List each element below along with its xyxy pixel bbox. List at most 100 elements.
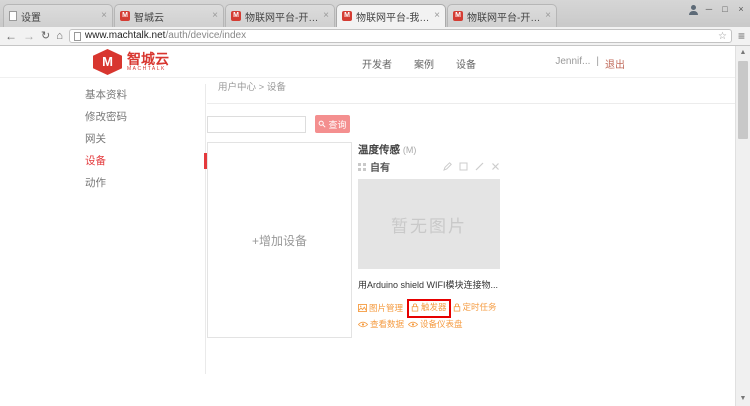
sidebar-item-change-password[interactable]: 修改密码: [85, 106, 205, 128]
link-label: 设备仪表盘: [420, 318, 463, 331]
slash-edit-icon[interactable]: [475, 162, 484, 171]
device-description: 用Arduino shield WIFI模块连接物...: [358, 278, 500, 291]
scroll-up-icon[interactable]: ▲: [736, 46, 750, 60]
search-button[interactable]: 查询: [315, 115, 350, 133]
device-action-icons: [443, 162, 500, 171]
tab-settings[interactable]: 设置 ×: [3, 4, 113, 27]
page-icon: [74, 32, 81, 41]
logout-link[interactable]: 退出: [605, 56, 625, 71]
machtalk-m-icon: M: [231, 11, 241, 21]
close-icon[interactable]: ×: [545, 11, 551, 21]
device-image-placeholder: 暂无图片: [358, 179, 500, 269]
maximize-button[interactable]: □: [718, 3, 732, 16]
ownership-label: 自有: [370, 159, 439, 174]
tab-title: 设置: [21, 9, 97, 24]
device-links-row1: 图片管理 触发器 定时任务 查看数据: [358, 299, 500, 332]
lock-icon: [453, 303, 461, 312]
nav-devices[interactable]: 设备: [456, 56, 476, 71]
sidebar-item-devices[interactable]: 设备: [85, 150, 205, 172]
annotation-highlight: 触发器: [407, 299, 451, 318]
logo-hexagon-icon: M: [93, 49, 122, 75]
link-label: 定时任务: [463, 301, 497, 314]
link-image-manage[interactable]: 图片管理: [358, 302, 403, 315]
square-icon[interactable]: [459, 162, 468, 171]
url-path: /auth/device/index: [165, 30, 246, 41]
profile-avatar-icon[interactable]: [687, 3, 700, 16]
search-row: 查询: [207, 115, 735, 133]
tab-title: 物联网平台-开发者-注册…: [467, 9, 541, 24]
tab-machtalk-home[interactable]: M 智城云 ×: [114, 4, 224, 27]
minimize-button[interactable]: ─: [702, 3, 716, 16]
search-input[interactable]: [207, 116, 306, 133]
scrollbar-thumb[interactable]: [738, 61, 748, 139]
main-area: 用户中心 > 设备 查询 +增加设备 温度传感 (M): [207, 81, 735, 342]
lock-icon: [411, 303, 419, 312]
site-header: M 智城云 MACHTALK 开发者 案例 设备 Jennif... | 退出: [0, 47, 735, 78]
close-window-button[interactable]: ×: [734, 3, 748, 16]
avatar-body: [689, 11, 698, 15]
link-label: 图片管理: [369, 302, 403, 315]
machtalk-m-icon: M: [453, 11, 463, 21]
tab-title: 物联网平台-我的设备: [356, 9, 430, 24]
link-scheduled-task[interactable]: 定时任务: [453, 301, 497, 314]
logo-subtitle: MACHTALK: [127, 66, 169, 73]
link-device-dashboard[interactable]: 设备仪表盘: [408, 318, 463, 331]
close-icon[interactable]: ×: [434, 11, 440, 21]
reload-icon[interactable]: ↻: [41, 28, 50, 44]
breadcrumb[interactable]: 用户中心 > 设备: [207, 81, 735, 95]
bookmark-star-icon[interactable]: ☆: [718, 31, 727, 42]
scroll-down-icon[interactable]: ▼: [736, 392, 750, 406]
tab-title: 智城云: [134, 9, 208, 24]
sidebar-item-gateway[interactable]: 网关: [85, 128, 205, 150]
eye-icon: [358, 321, 368, 328]
avatar-head: [691, 5, 696, 10]
close-icon[interactable]: ×: [323, 11, 329, 21]
link-view-data[interactable]: 查看数据: [358, 318, 404, 331]
address-bar[interactable]: www.machtalk.net/auth/device/index ☆: [69, 29, 732, 43]
top-navigation: 开发者 案例 设备: [362, 56, 476, 71]
eye-icon: [408, 321, 418, 328]
page-icon: [9, 11, 17, 21]
device-ownership-row: 自有: [358, 158, 500, 175]
device-title-suffix: (M): [403, 145, 417, 155]
close-icon[interactable]: [491, 162, 500, 171]
menu-icon[interactable]: ≡: [738, 29, 745, 43]
page-content: M 智城云 MACHTALK 开发者 案例 设备 Jennif... | 退出 …: [0, 47, 750, 406]
link-label: 触发器: [421, 301, 447, 314]
back-icon[interactable]: ←: [5, 28, 17, 44]
machtalk-m-icon: M: [342, 11, 352, 21]
browser-window: 设置 × M 智城云 × M 物联网平台-开发者-注册… × M 物联网平台-我…: [0, 0, 750, 406]
close-icon[interactable]: ×: [101, 11, 107, 21]
sidebar-item-basic-info[interactable]: 基本资料: [85, 84, 205, 106]
link-trigger[interactable]: 触发器: [411, 301, 447, 314]
nav-developer[interactable]: 开发者: [362, 56, 392, 71]
device-card: 温度传感 (M) 自有 暂无图片: [358, 142, 500, 342]
no-image-text: 暂无图片: [391, 212, 467, 237]
browser-toolbar: ← → ↻ ⌂ www.machtalk.net/auth/device/ind…: [0, 27, 750, 46]
tab-developer-register-2[interactable]: M 物联网平台-开发者-注册… ×: [447, 4, 557, 27]
logo-title: 智城云: [127, 52, 169, 66]
add-device-card[interactable]: +增加设备: [207, 142, 352, 338]
window-controls: ─ □ ×: [687, 3, 748, 16]
forward-icon[interactable]: →: [23, 28, 35, 44]
tab-my-devices-active[interactable]: M 物联网平台-我的设备 ×: [336, 4, 446, 27]
device-cards: +增加设备 温度传感 (M) 自有: [207, 142, 735, 342]
user-name[interactable]: Jennif...: [555, 56, 590, 71]
close-icon[interactable]: ×: [212, 11, 218, 21]
url-text[interactable]: www.machtalk.net/auth/device/index: [85, 30, 714, 42]
nav-cases[interactable]: 案例: [414, 56, 434, 71]
machtalk-m-icon: M: [120, 11, 130, 21]
link-label: 查看数据: [370, 318, 404, 331]
home-icon[interactable]: ⌂: [56, 28, 63, 44]
url-domain: www.machtalk.net: [85, 30, 166, 41]
sidebar-item-actions[interactable]: 动作: [85, 172, 205, 194]
tab-bar: 设置 × M 智城云 × M 物联网平台-开发者-注册… × M 物联网平台-我…: [0, 0, 750, 27]
pencil-icon[interactable]: [443, 162, 452, 171]
tab-developer-register[interactable]: M 物联网平台-开发者-注册… ×: [225, 4, 335, 27]
page-scrollbar[interactable]: ▲ ▼: [735, 46, 750, 406]
search-icon: [318, 120, 326, 128]
device-title: 温度传感: [358, 144, 400, 156]
machtalk-logo[interactable]: M 智城云 MACHTALK: [93, 49, 169, 75]
user-divider: |: [596, 56, 599, 71]
tab-title: 物联网平台-开发者-注册…: [245, 9, 319, 24]
